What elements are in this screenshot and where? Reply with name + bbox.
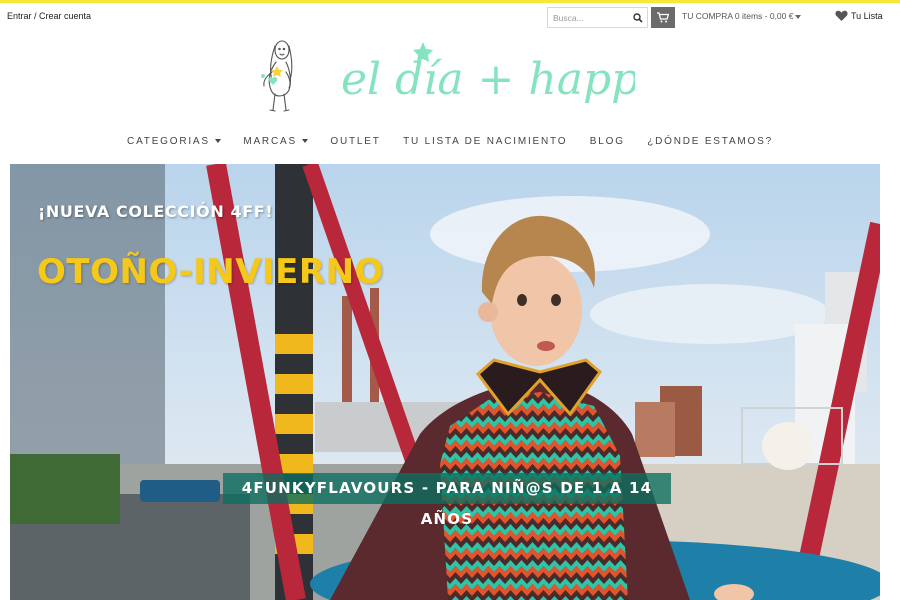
search-icon[interactable] <box>631 11 645 25</box>
login-register-link[interactable]: Entrar / Crear cuenta <box>7 11 91 21</box>
chevron-down-icon <box>795 14 802 19</box>
nav-item-label: TU LISTA DE NACIMIENTO <box>403 136 568 147</box>
hero-banner[interactable]: ¡NUEVA COLECCIÓN 4FF! OTOÑO-INVIERNO 4FU… <box>10 164 880 600</box>
logo-wordmark: el día + happy <box>341 54 635 105</box>
nav-item-label: MARCAS <box>243 136 297 147</box>
hero-title: OTOÑO-INVIERNO <box>37 252 384 292</box>
search-input[interactable] <box>548 8 628 27</box>
nav-item-categorias[interactable]: CATEGORIAS <box>127 136 221 147</box>
nav-item-label: CATEGORIAS <box>127 136 210 147</box>
top-accent-line <box>0 0 900 3</box>
hero-caption: 4FUNKYFLAVOURS - PARA NIÑ@S DE 1 A 14 AÑ… <box>241 479 653 528</box>
nav-item-lista-nacimiento[interactable]: TU LISTA DE NACIMIENTO <box>403 136 567 147</box>
search-box <box>547 7 648 28</box>
cart-summary[interactable]: TU COMPRA 0 items - 0,00 € <box>682 11 802 21</box>
wishlist-label: Tu Lista <box>851 11 883 21</box>
nav-item-label: BLOG <box>589 136 625 147</box>
heart-icon <box>835 10 848 21</box>
nav-item-donde-estamos[interactable]: ¿DÓNDE ESTAMOS? <box>647 136 773 147</box>
nav-item-marcas[interactable]: MARCAS <box>243 136 308 147</box>
chevron-down-icon <box>214 139 221 144</box>
hero-caption-band: 4FUNKYFLAVOURS - PARA NIÑ@S DE 1 A 14 AÑ… <box>223 473 671 528</box>
cart-summary-label: TU COMPRA 0 items - 0,00 € <box>682 11 794 21</box>
cart-icon <box>657 12 669 23</box>
nav-item-outlet[interactable]: OUTLET <box>330 136 380 147</box>
nav-item-blog[interactable]: BLOG <box>590 136 625 147</box>
wishlist-link[interactable]: Tu Lista <box>835 10 883 22</box>
hero-kicker: ¡NUEVA COLECCIÓN 4FF! <box>38 202 274 221</box>
main-navigation: CATEGORIAS MARCAS OUTLET TU LISTA DE NAC… <box>0 131 900 149</box>
girl-doodle-icon: el día + happy <box>261 40 665 112</box>
site-logo[interactable]: el día + happy <box>255 36 665 116</box>
nav-item-label: ¿DÓNDE ESTAMOS? <box>647 136 773 147</box>
nav-item-label: OUTLET <box>330 136 381 147</box>
chevron-down-icon <box>301 139 308 144</box>
cart-button[interactable] <box>651 7 675 28</box>
